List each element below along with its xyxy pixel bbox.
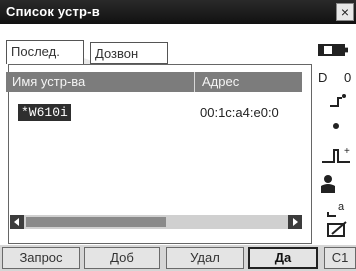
list-header: Имя устр-ва Адрес — [6, 72, 302, 92]
scroll-left-icon[interactable] — [10, 215, 24, 229]
close-button[interactable]: × — [336, 3, 354, 21]
svg-text:+: + — [344, 146, 350, 157]
edit-icon[interactable] — [326, 220, 350, 240]
title-bar: Список устр-в × — [0, 0, 356, 24]
column-divider[interactable] — [194, 72, 195, 92]
tab-recent[interactable]: Послед. — [6, 40, 84, 64]
column-address[interactable]: Адрес — [202, 74, 239, 89]
person-icon — [321, 175, 335, 193]
status-column: D 0 + a — [314, 28, 356, 242]
target-mode-icon: + — [322, 146, 350, 163]
status-d-label: D — [318, 70, 328, 85]
status-zero-label: 0 — [344, 70, 352, 85]
query-button[interactable]: Запрос — [2, 247, 80, 269]
bottom-button-bar: Запрос Доб Удал Да C1 — [0, 245, 356, 271]
signal-icon — [330, 94, 346, 107]
window-title: Список устр-в — [6, 4, 100, 19]
device-list-window: Список устр-в × Послед. Дозвон Имя устр-… — [0, 0, 356, 271]
horizontal-scrollbar[interactable] — [10, 215, 302, 229]
svg-text:a: a — [338, 201, 345, 213]
device-address-cell[interactable]: 00:1c:a4:e0:0 — [200, 105, 279, 120]
ok-button[interactable]: Да — [248, 247, 318, 269]
c1-button[interactable]: C1 — [324, 247, 356, 269]
device-name-cell[interactable]: *W610i — [18, 104, 71, 121]
close-icon: × — [340, 4, 350, 20]
list-item[interactable]: *W610i 00:1c:a4:e0:0 — [18, 104, 302, 122]
scroll-thumb[interactable] — [26, 217, 166, 227]
column-device-name[interactable]: Имя устр-ва — [12, 74, 85, 89]
alpha-input-icon: a — [327, 201, 345, 217]
delete-button[interactable]: Удал — [166, 247, 244, 269]
scroll-right-icon[interactable] — [288, 215, 302, 229]
add-button[interactable]: Доб — [84, 247, 160, 269]
dot-icon — [333, 123, 339, 129]
tab-dial[interactable]: Дозвон — [90, 42, 168, 64]
battery-icon — [318, 44, 348, 56]
